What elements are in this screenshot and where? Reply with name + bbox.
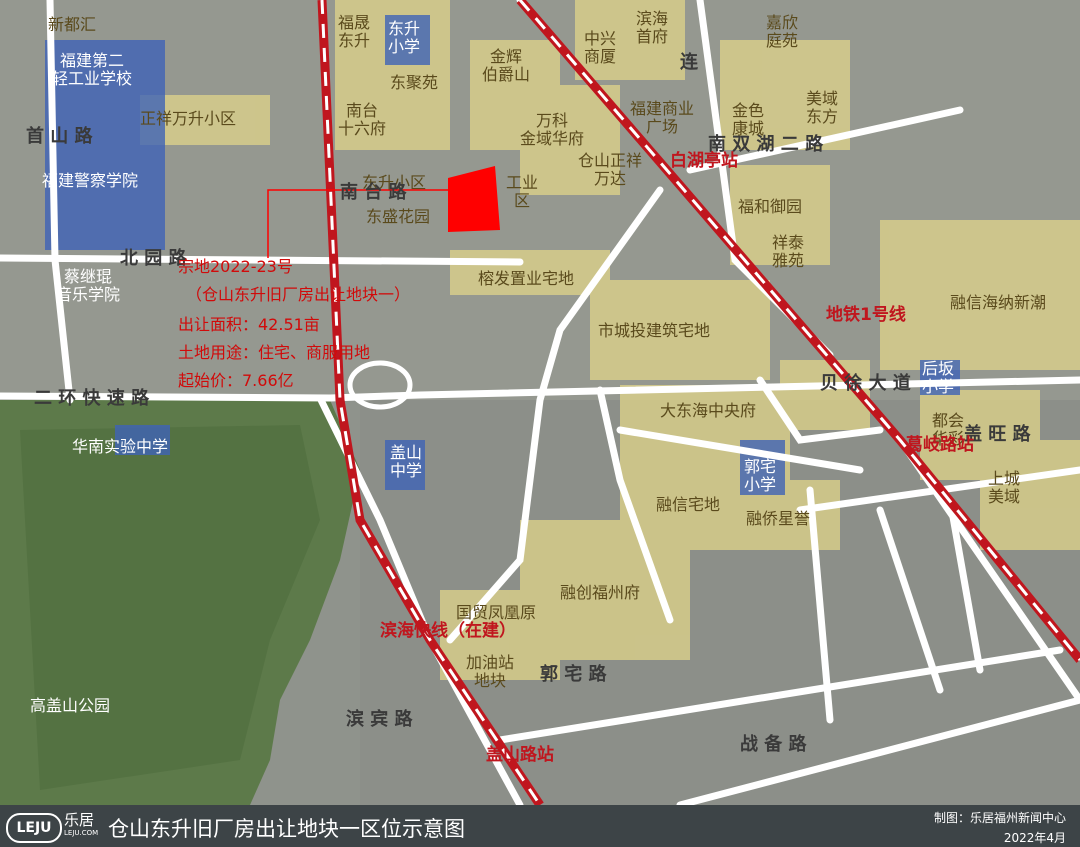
label-dudong: 大东海中央府	[660, 401, 757, 420]
metro-line1-label: 地铁1号线	[826, 305, 906, 325]
label-meiyu-east: 美域 东方	[806, 89, 839, 126]
label-rongfa: 榕发置业宅地	[478, 269, 575, 288]
credit: 制图：乐居福州新闻中心	[933, 811, 1066, 825]
label-nantai16: 南台 十六府	[338, 101, 387, 138]
label-industry: 工业 区	[506, 173, 539, 210]
label-fuheyu: 福和御园	[738, 197, 803, 216]
label-police: 福建警察学院	[42, 171, 139, 190]
label-houban: 后坂 小学	[922, 359, 955, 396]
map-title: 仓山东升旧厂房出让地块一区位示意图	[108, 817, 465, 841]
date: 2022年4月	[1003, 831, 1066, 845]
label-rongqiao: 融侨星誉	[746, 509, 811, 528]
road-guozhai: 郭 宅 路	[540, 664, 607, 685]
label-xiangtai: 祥泰 雅苑	[772, 233, 805, 270]
road-nantai: 南 台 路	[340, 182, 407, 203]
label-zhengxiang: 正祥万升小区	[140, 109, 237, 128]
label-binhai: 滨海 首府	[636, 9, 669, 46]
label-fujian-no2: 福建第二 轻工业学校	[52, 51, 133, 88]
station-xiaoyi: 葛岐路站	[906, 435, 974, 455]
label-shangye: 福建商业 广场	[630, 99, 695, 136]
annotation-plot-name: （仓山东升旧厂房出让地块一）	[186, 285, 411, 304]
label-jinhui: 金辉 伯爵山	[482, 47, 531, 84]
road-zhanbei: 战 备 路	[740, 734, 807, 755]
label-dongsheng-school: 东升 小学	[388, 19, 421, 56]
label-shicheng: 市城投建筑宅地	[598, 321, 711, 340]
label-cangshan-wanda: 仓山正祥 万达	[578, 151, 643, 188]
brand-url: LEJU.COM	[64, 829, 99, 837]
road-lian: 连	[680, 52, 698, 73]
brand-name: 乐居	[64, 811, 95, 829]
road-erhuan: 二 环 快 速 路	[34, 388, 150, 409]
station-baihu: 白湖亭站	[670, 151, 738, 171]
metro-binhai-label: 滨海快线（在建）	[380, 621, 516, 641]
label-zhongxing: 中兴 商厦	[584, 29, 617, 66]
label-caijikun: 蔡继琨 音乐学院	[56, 267, 121, 304]
leju-logo: LEJU	[6, 813, 62, 843]
label-rongxin-land: 融信宅地	[656, 495, 721, 514]
road-shoushan: 首 山 路	[26, 126, 93, 147]
label-guozhai-school: 郭宅 小学	[744, 457, 777, 494]
label-jiaxin: 嘉欣 庭苑	[766, 13, 799, 50]
label-gaogai-park: 高盖山公园	[30, 696, 111, 715]
label-gas: 加油站 地块	[466, 653, 515, 690]
label-fusheng: 福晟 东升	[338, 13, 371, 50]
label-huanan: 华南实验中学	[72, 437, 169, 456]
label-rongchuang: 融创福州府	[560, 583, 641, 602]
label-xindouhui: 新都汇	[48, 15, 97, 34]
footer-bar: LEJU 乐居 LEJU.COM 仓山东升旧厂房出让地块一区位示意图 制图：乐居…	[0, 805, 1080, 847]
label-gaishan-mid: 盖山 中学	[390, 443, 423, 480]
label-shangcheng: 上城 美域	[988, 469, 1021, 506]
label-rongxin-haina: 融信海纳新潮	[950, 293, 1047, 312]
station-gaishan: 盖山路站	[486, 745, 554, 765]
annotation-use: 土地用途：住宅、商服用地	[178, 343, 371, 362]
road-beixu: 贝 徐 大 道	[820, 373, 911, 394]
label-dongjuyuan: 东聚苑	[390, 73, 439, 92]
annotation-plot: 宗地2022-23号	[178, 257, 293, 276]
annotation-area: 出让面积：42.51亩	[178, 315, 320, 334]
annotation-price: 起始价：7.66亿	[178, 371, 294, 390]
road-binhai: 滨 宾 路	[346, 709, 413, 730]
road-beiyuan: 北 园 路	[120, 248, 187, 269]
label-wanke: 万科 金域华府	[520, 111, 585, 148]
